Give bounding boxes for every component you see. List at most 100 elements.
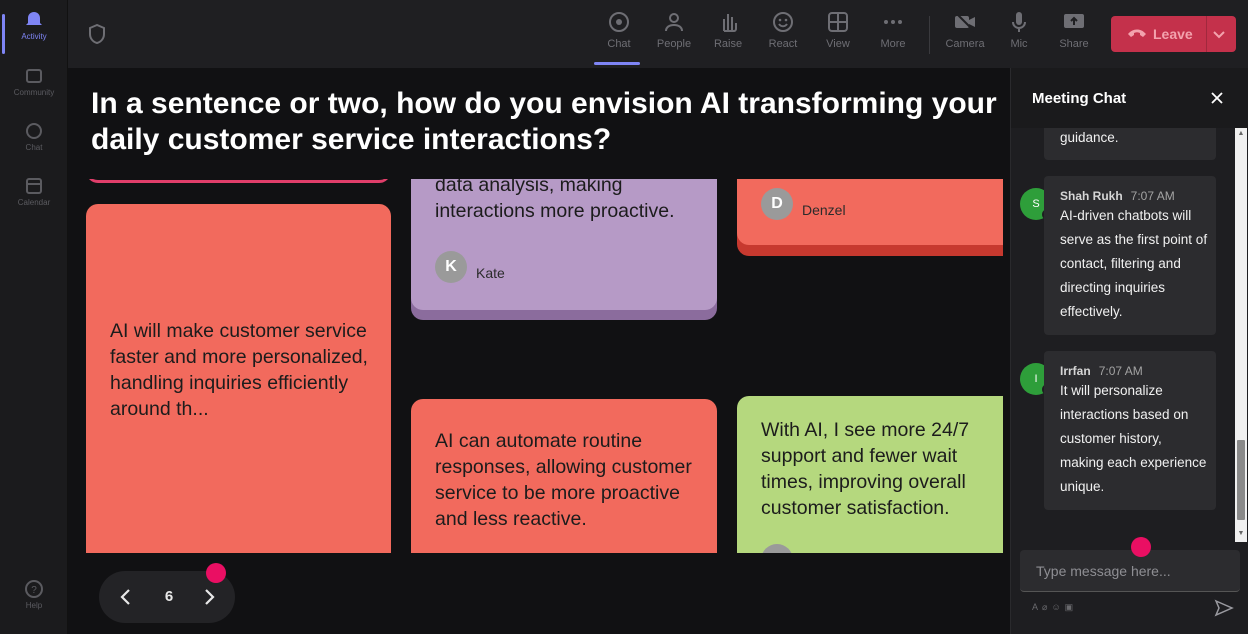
close-icon[interactable] [1210,91,1224,105]
chat-button[interactable]: Chat [594,10,643,65]
card-text: AI will make customer service faster and… [110,320,368,420]
message-text: guidance. [1060,130,1119,145]
mic-icon [1012,12,1026,32]
camera-button[interactable]: Camera [941,10,989,50]
mic-button[interactable]: Mic [995,10,1043,50]
chat-title: Meeting Chat [1032,90,1127,107]
message-author: Irrfan [1060,364,1091,378]
community-icon [26,69,42,83]
chevron-down-icon[interactable] [1212,27,1226,41]
response-card[interactable]: With AI, I see more 24/7 support and few… [737,396,1003,553]
chat-message: guidance. [1044,128,1216,160]
message-author: Shah Rukh [1060,189,1123,203]
chat-icon [26,123,42,139]
response-card[interactable]: AI can automate routine responses, allow… [411,399,717,553]
message-time: 7:07 AM [1098,364,1143,378]
card-text: interactions more proactive. [435,200,675,222]
gif-icon[interactable]: ▣ [1065,602,1078,612]
card-cover [86,179,391,180]
share-icon [1064,14,1084,28]
scroll-down-icon[interactable]: ▼ [1237,530,1245,538]
avatar-initial: S [1032,198,1040,210]
page-number: 6 [164,588,174,605]
shield-icon[interactable] [88,24,106,44]
people-icon [665,13,683,32]
cursor-dot [206,563,226,583]
more-button-label: More [880,38,906,50]
question-line-1: In a sentence or two, how do you envisio… [91,87,997,120]
people-button[interactable]: People [650,10,698,50]
send-icon[interactable] [1214,599,1234,617]
chat-message: Shah Rukh 7:07 AM AI-driven chatbots will… [1044,176,1216,335]
chat-messages: guidance. S Shah Rukh 7:07 AM AI-driven c… [1011,128,1235,542]
chat-icon [609,12,629,32]
question-title: In a sentence or two, how do you envisio… [91,86,1010,158]
response-card[interactable]: AI will make customer service faster and… [86,204,391,553]
meeting-chat-panel: Meeting Chat guidance. S Shah Rukh 7:07 A… [1010,68,1248,634]
chat-message: Irrfan 7:07 AM It will personalize intera… [1044,351,1216,510]
chat-header: Meeting Chat [1011,68,1248,128]
author-name: Denzel [802,202,846,218]
view-grid-icon [828,12,848,32]
share-button[interactable]: Share [1050,10,1098,50]
help-icon: ? [25,580,43,598]
react-button[interactable]: React [759,10,807,50]
react-icon [773,12,793,32]
more-button[interactable]: More [869,10,917,50]
format-icon[interactable]: A [1032,602,1042,612]
rail-label: Chat [25,143,43,152]
raise-hand-button[interactable]: Raise [704,10,752,50]
message-text: AI-driven chatbots will serve as the fir… [1060,208,1208,319]
chat-scrollbar[interactable]: ▲ ▼ [1235,128,1247,542]
camera-off-icon [955,12,975,32]
response-card-denzel[interactable]: D Denzel [737,179,1003,245]
scroll-thumb[interactable] [1237,440,1245,520]
toolbar-divider [929,16,930,54]
message-time: 7:07 AM [1130,189,1175,203]
response-card-kate[interactable]: data analysis, making interactions more … [411,179,717,310]
emoji-icon[interactable]: ☺ [1051,602,1064,612]
author-name: Kate [476,265,505,281]
question-line-2: daily customer service interactions? [91,123,612,156]
bell-icon [26,12,42,25]
rail-item-calendar[interactable]: Calendar [0,176,68,207]
avatar-initial: I [1034,373,1038,385]
card-text: data analysis, making [435,179,623,196]
leave-button[interactable]: Leave [1111,16,1236,52]
rail-item-help[interactable]: ? Help [0,579,68,610]
meeting-toolbar: Chat People Raise React View More Camera… [68,0,1248,68]
message-input[interactable] [1020,550,1240,592]
scroll-up-icon[interactable]: ▲ [1237,130,1245,138]
share-button-label: Share [1059,38,1089,50]
cursor-dot [1131,537,1151,557]
avatar: D [761,188,793,220]
leave-label: Leave [1153,26,1193,42]
mic-button-label: Mic [1010,38,1028,50]
rail-label: Calendar [17,198,51,207]
message-text: It will personalize interactions based o… [1060,383,1207,494]
rail-item-community[interactable]: Community [0,66,68,97]
rail-item-activity[interactable]: Activity [0,10,68,54]
phone-hangup-icon [1128,29,1146,37]
svg-text:?: ? [31,585,37,596]
view-button[interactable]: View [814,10,862,50]
people-button-label: People [656,38,692,50]
avatar: K [435,251,467,283]
chevron-right-icon[interactable] [199,587,219,607]
rail-label: Activity [21,32,47,41]
rail-label: Help [25,601,43,610]
whiteboard-stage: In a sentence or two, how do you envisio… [68,68,1010,634]
chat-button-label: Chat [607,38,631,50]
more-icon [884,20,902,24]
chevron-left-icon[interactable] [116,587,136,607]
view-button-label: View [826,38,850,50]
card-text: With AI, I see more 24/7 support and few… [761,419,970,519]
rail-item-chat[interactable]: Chat [0,121,68,152]
raise-hand-icon [723,14,737,32]
raise-hand-button-label: Raise [713,38,743,50]
app-rail: Activity Community Chat Calendar ? Help [0,0,68,634]
message-compose[interactable] [1020,550,1240,592]
compose-tools: A⌀☺▣ [1032,602,1077,613]
calendar-icon [26,178,42,194]
leave-divider [1206,16,1207,52]
